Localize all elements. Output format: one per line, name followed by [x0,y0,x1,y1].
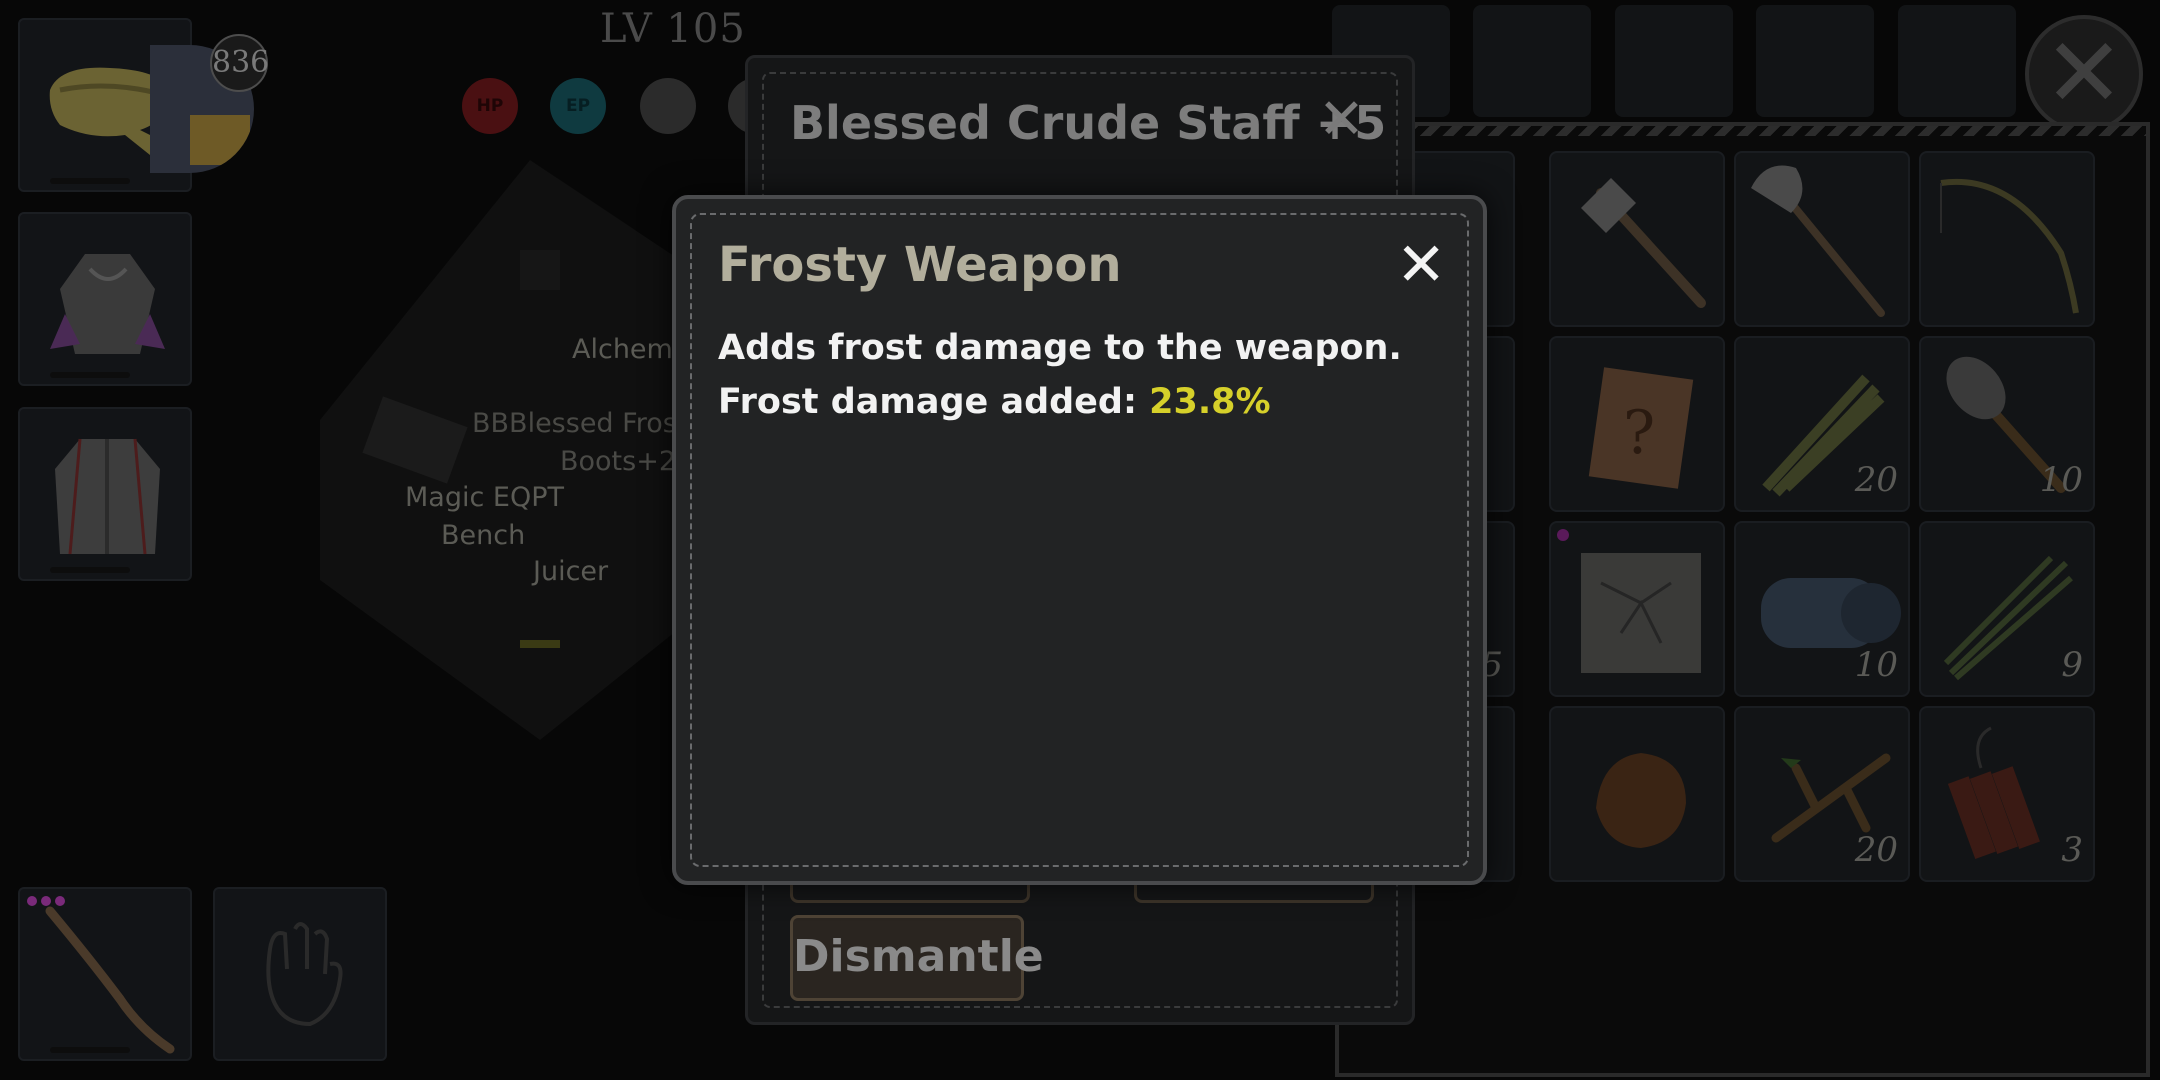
svg-text:?: ? [1623,398,1655,468]
inventory-tab-2[interactable] [1473,5,1591,117]
item-count: 10 [2039,460,2083,500]
close-item-panel-button[interactable]: ✕ [1318,90,1365,150]
empty-glove-icon [266,922,343,1027]
shovel-icon [1751,165,1885,317]
inventory-slot[interactable]: 10 [1919,336,2095,512]
weapon-equipment-slot[interactable] [18,887,192,1061]
ore-icon [1596,753,1686,848]
dismantle-button[interactable]: Dismantle [790,915,1044,1001]
item-count: 10 [1854,645,1898,685]
ep-label: EP [565,96,591,116]
juicer-label: Juicer [533,556,609,587]
inventory-slot[interactable]: 20 [1734,706,1910,882]
inventory-slot[interactable]: 10 [1734,521,1910,697]
hp-orb: HP [462,78,518,134]
axe-icon [1581,178,1706,308]
close-dialog-button[interactable]: ✕ [1396,235,1456,295]
close-inventory-button[interactable]: ✕ [2025,15,2143,133]
alchemy-label: Alchem [572,334,673,365]
dialog-title: Frosty Weapon [718,237,1122,293]
mystery-scroll-icon: ? [1588,367,1694,489]
robe-icon [50,254,165,354]
coat-equipment-slot[interactable] [18,407,192,581]
inventory-slot[interactable] [1549,706,1725,882]
description-line: Adds frost damage to the weapon. [718,328,1402,368]
bench-label: Bench [441,520,526,551]
dialog-border [690,213,1469,867]
item-count: 3 [2061,830,2083,870]
hp-label: HP [476,96,504,116]
inventory-slot[interactable]: ? [1549,336,1725,512]
magic-eqpt-label: Magic EQPT [405,482,564,513]
durability-bar [50,567,130,573]
inventory-tab-5[interactable] [1898,5,2016,117]
blessed-boots-label: BBBlessed Frost [472,408,688,439]
item-count: 9 [2061,645,2083,685]
fishing-rod-icon [1940,178,2079,314]
ep-orb: EP [550,78,606,134]
frost-damage-value: 23.8% [1149,382,1271,422]
item-count: 20 [1854,830,1898,870]
inventory-slot[interactable] [1549,151,1725,327]
inventory-slot[interactable]: 20 [1734,336,1910,512]
player-level: LV 105 [600,6,746,52]
map-icon [1557,529,1701,673]
durability-bar [50,1047,130,1053]
frost-damage-label: Frost damage added: [718,382,1150,422]
inventory-slot[interactable]: 9 [1919,521,2095,697]
boots-label: Boots+2 [560,446,677,477]
frost-damage-line: Frost damage added: 23.8% [718,375,1402,429]
body-equipment-slot[interactable] [18,212,192,386]
staff-icon [27,896,175,1054]
durability-bar [50,178,130,184]
inventory-slot[interactable] [1734,151,1910,327]
day-counter: 836 [210,34,269,92]
inventory-tab-4[interactable] [1756,5,1874,117]
close-icon: ✕ [2043,17,2125,129]
inventory-slot[interactable]: 3 [1919,706,2095,882]
coat-icon [55,438,160,555]
item-count: 20 [1854,460,1898,500]
hunger-orb [640,78,696,134]
close-icon: ✕ [1318,87,1365,152]
inventory-tab-3[interactable] [1615,5,1733,117]
enchantment-info-dialog: Frosty Weapon ✕ Adds frost damage to the… [672,195,1487,885]
item-title: Blessed Crude Staff +5 [790,96,1387,150]
offhand-equipment-slot[interactable] [213,887,387,1061]
inventory-slot[interactable] [1549,521,1725,697]
close-icon: ✕ [1396,230,1447,300]
durability-bar [50,372,130,378]
inventory-slot[interactable] [1919,151,2095,327]
dialog-description: Adds frost damage to the weapon. Frost d… [718,321,1402,429]
